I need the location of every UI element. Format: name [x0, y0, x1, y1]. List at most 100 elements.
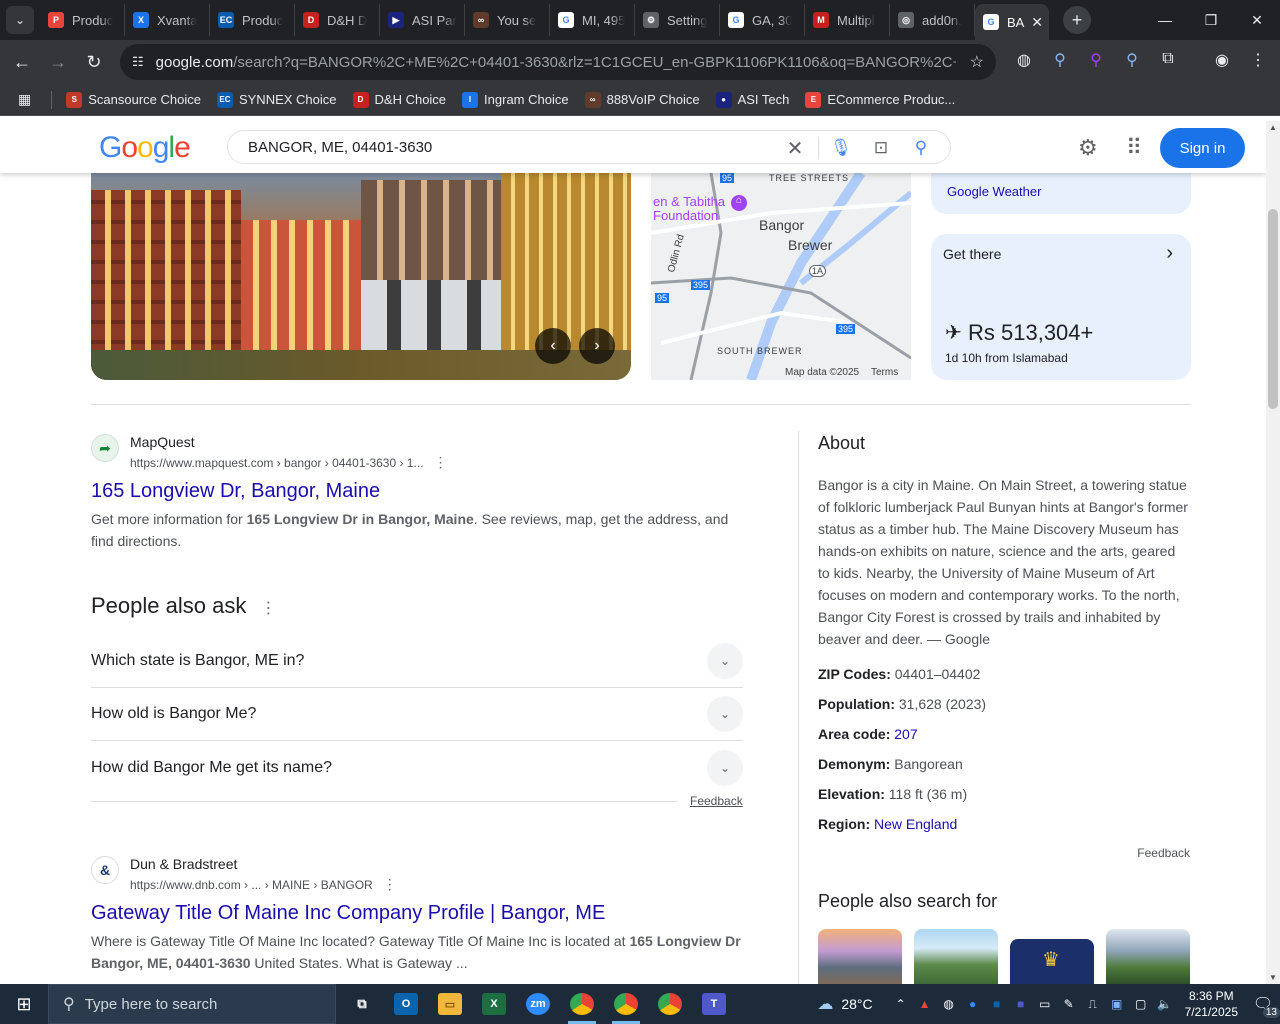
outlook-tray-icon[interactable]: ■: [985, 997, 1009, 1011]
forward-arrow-icon[interactable]: →: [40, 44, 76, 80]
scroll-up-icon[interactable]: ▲: [1269, 123, 1277, 132]
monitor-icon[interactable]: ▢: [1129, 997, 1153, 1011]
browser-tab[interactable]: G GA, 30: [720, 4, 805, 36]
profile-avatar-icon[interactable]: ◉: [1210, 50, 1234, 70]
reload-icon[interactable]: ↻: [76, 44, 112, 80]
kebab-menu-icon[interactable]: ⋮: [433, 454, 447, 470]
fact-value-link[interactable]: New England: [874, 816, 957, 832]
settings-gear-icon[interactable]: ⚙: [1078, 135, 1098, 161]
browser-tab[interactable]: P Produc: [40, 4, 125, 36]
active-browser-tab[interactable]: G BA ✕: [975, 4, 1049, 40]
google-apps-grid-icon[interactable]: ⠿: [1126, 135, 1142, 161]
restore-icon[interactable]: ❐: [1188, 0, 1234, 40]
bookmark-item[interactable]: D D&H Choice: [352, 91, 446, 108]
chrome-icon[interactable]: [560, 984, 604, 1024]
carousel-prev-icon[interactable]: ‹: [535, 328, 571, 364]
paa-question[interactable]: Which state is Bangor, ME in? ⌄: [91, 635, 743, 688]
bookmark-item[interactable]: ● ASI Tech: [715, 91, 789, 108]
search-query[interactable]: BANGOR, ME, 04401-3630: [248, 139, 432, 156]
extension-lens-icon[interactable]: ⚲: [1084, 50, 1108, 70]
close-window-icon[interactable]: ✕: [1234, 0, 1280, 40]
google-logo[interactable]: Google: [99, 131, 191, 165]
browser-tab[interactable]: ∞ You se: [465, 4, 550, 36]
browser-tab[interactable]: ◎ add0n.: [890, 4, 975, 36]
minimize-icon[interactable]: —: [1142, 0, 1188, 40]
scrollbar-thumb[interactable]: [1268, 209, 1278, 409]
result-url[interactable]: https://www.mapquest.com › bangor › 0440…: [130, 454, 447, 471]
map-terms-link[interactable]: Terms: [871, 367, 898, 378]
zoom-lens-icon[interactable]: ⚲: [1048, 50, 1072, 70]
result-title-link[interactable]: Gateway Title Of Maine Inc Company Profi…: [91, 902, 605, 925]
bangor-city-photo[interactable]: ‹ ›: [91, 173, 631, 380]
browser-tab[interactable]: EC Produc: [210, 4, 295, 36]
chevron-down-icon[interactable]: ⌄: [707, 749, 743, 786]
carousel-next-icon[interactable]: ›: [579, 328, 615, 364]
chrome-menu-icon[interactable]: ⋮: [1246, 50, 1270, 70]
sign-in-button[interactable]: Sign in: [1160, 128, 1245, 168]
related-place-image[interactable]: [914, 929, 998, 984]
network-icon[interactable]: ⎍: [1081, 997, 1105, 1012]
pen-icon[interactable]: ✎: [1057, 997, 1081, 1011]
chrome-alt-icon[interactable]: [648, 984, 692, 1024]
teams-tray-icon[interactable]: ■: [1009, 997, 1033, 1011]
search-lens-icon[interactable]: ⚲: [1120, 50, 1144, 70]
browser-tab[interactable]: X Xvanta: [125, 4, 210, 36]
display-icon[interactable]: ▭: [1033, 997, 1057, 1011]
acrobat-icon[interactable]: ▲: [913, 997, 937, 1011]
outlook-icon[interactable]: O: [384, 984, 428, 1024]
result-url[interactable]: https://www.dnb.com › ... › MAINE › BANG…: [130, 876, 397, 893]
tab-close-icon[interactable]: ✕: [1031, 14, 1043, 31]
page-scrollbar[interactable]: ▲ ▼: [1266, 121, 1280, 984]
weather-cloud-icon[interactable]: ☁: [813, 994, 837, 1014]
chevron-down-icon[interactable]: ⌄: [707, 643, 743, 679]
bookmark-star-icon[interactable]: ☆: [970, 52, 984, 72]
result-site-name[interactable]: MapQuest: [130, 434, 195, 450]
vpn-icon[interactable]: ▣: [1105, 997, 1129, 1011]
teams-icon[interactable]: T: [692, 984, 736, 1024]
url-text[interactable]: google.com/search?q=BANGOR%2C+ME%2C+0440…: [156, 54, 956, 71]
file-explorer-icon[interactable]: ▭: [428, 984, 472, 1024]
task-view-icon[interactable]: ⧉: [340, 984, 384, 1024]
translate-globe-icon[interactable]: ◍: [1012, 50, 1036, 70]
paa-feedback-link[interactable]: Feedback: [690, 794, 743, 808]
kebab-menu-icon[interactable]: ⋮: [383, 876, 397, 892]
paa-question[interactable]: How did Bangor Me get its name? ⌄: [91, 741, 743, 794]
related-place-image[interactable]: [1106, 929, 1190, 984]
back-arrow-icon[interactable]: ←: [4, 44, 40, 80]
zoom-icon[interactable]: zm: [516, 984, 560, 1024]
bookmark-item[interactable]: ∞ 888VoIP Choice: [584, 91, 700, 108]
bookmark-item[interactable]: I Ingram Choice: [462, 91, 569, 108]
clear-x-icon[interactable]: ✕: [784, 136, 806, 161]
site-info-icon[interactable]: ☷: [132, 54, 144, 70]
result-title-link[interactable]: 165 Longview Dr, Bangor, Maine: [91, 480, 380, 503]
browser-tab[interactable]: ⚙ Setting: [635, 4, 720, 36]
browser-tab[interactable]: D D&H D: [295, 4, 380, 36]
browser-tab[interactable]: M Multipl: [805, 4, 890, 36]
bookmark-item[interactable]: EC SYNNEX Choice: [216, 91, 337, 108]
bookmark-item[interactable]: E ECommerce Produc...: [805, 91, 955, 108]
lens-camera-icon[interactable]: ⊡: [870, 138, 892, 158]
map-thumbnail[interactable]: TREE STREETS en & Tabitha Foundation ⌂ B…: [651, 173, 911, 380]
search-icon[interactable]: ⚲: [910, 138, 932, 158]
new-tab-plus-icon[interactable]: +: [1063, 6, 1091, 34]
chrome-profile-icon[interactable]: [604, 984, 648, 1024]
extensions-puzzle-icon[interactable]: ⧉: [1156, 50, 1180, 68]
chevron-up-icon[interactable]: ⌃: [889, 997, 913, 1011]
paa-question[interactable]: How old is Bangor Me? ⌄: [91, 688, 743, 741]
search-box[interactable]: BANGOR, ME, 04401-3630 ✕ 🎙 ⊡ ⚲: [227, 130, 951, 164]
browser-tab[interactable]: G MI, 495: [550, 4, 635, 36]
microphone-icon[interactable]: 🎙: [830, 138, 852, 158]
about-feedback-link[interactable]: Feedback: [818, 846, 1190, 860]
fact-value-link[interactable]: 207: [894, 726, 917, 742]
bookmark-item[interactable]: S Scansource Choice: [66, 91, 201, 108]
notification-center-icon[interactable]: 🗨 13: [1246, 994, 1280, 1018]
clock[interactable]: 8:36 PM 7/21/2025: [1185, 988, 1238, 1020]
maine-flag-image[interactable]: ♛: [1010, 939, 1094, 984]
chevron-right-icon[interactable]: ›: [1166, 242, 1173, 265]
chrome-tray-icon[interactable]: ◍: [937, 997, 961, 1011]
address-bar[interactable]: ☷ google.com/search?q=BANGOR%2C+ME%2C+04…: [120, 44, 996, 80]
scroll-down-icon[interactable]: ▼: [1269, 973, 1277, 982]
weather-temp[interactable]: 28°C: [841, 996, 872, 1012]
weather-card[interactable]: Google Weather: [931, 173, 1191, 214]
apps-grid-icon[interactable]: ▦: [18, 91, 31, 108]
